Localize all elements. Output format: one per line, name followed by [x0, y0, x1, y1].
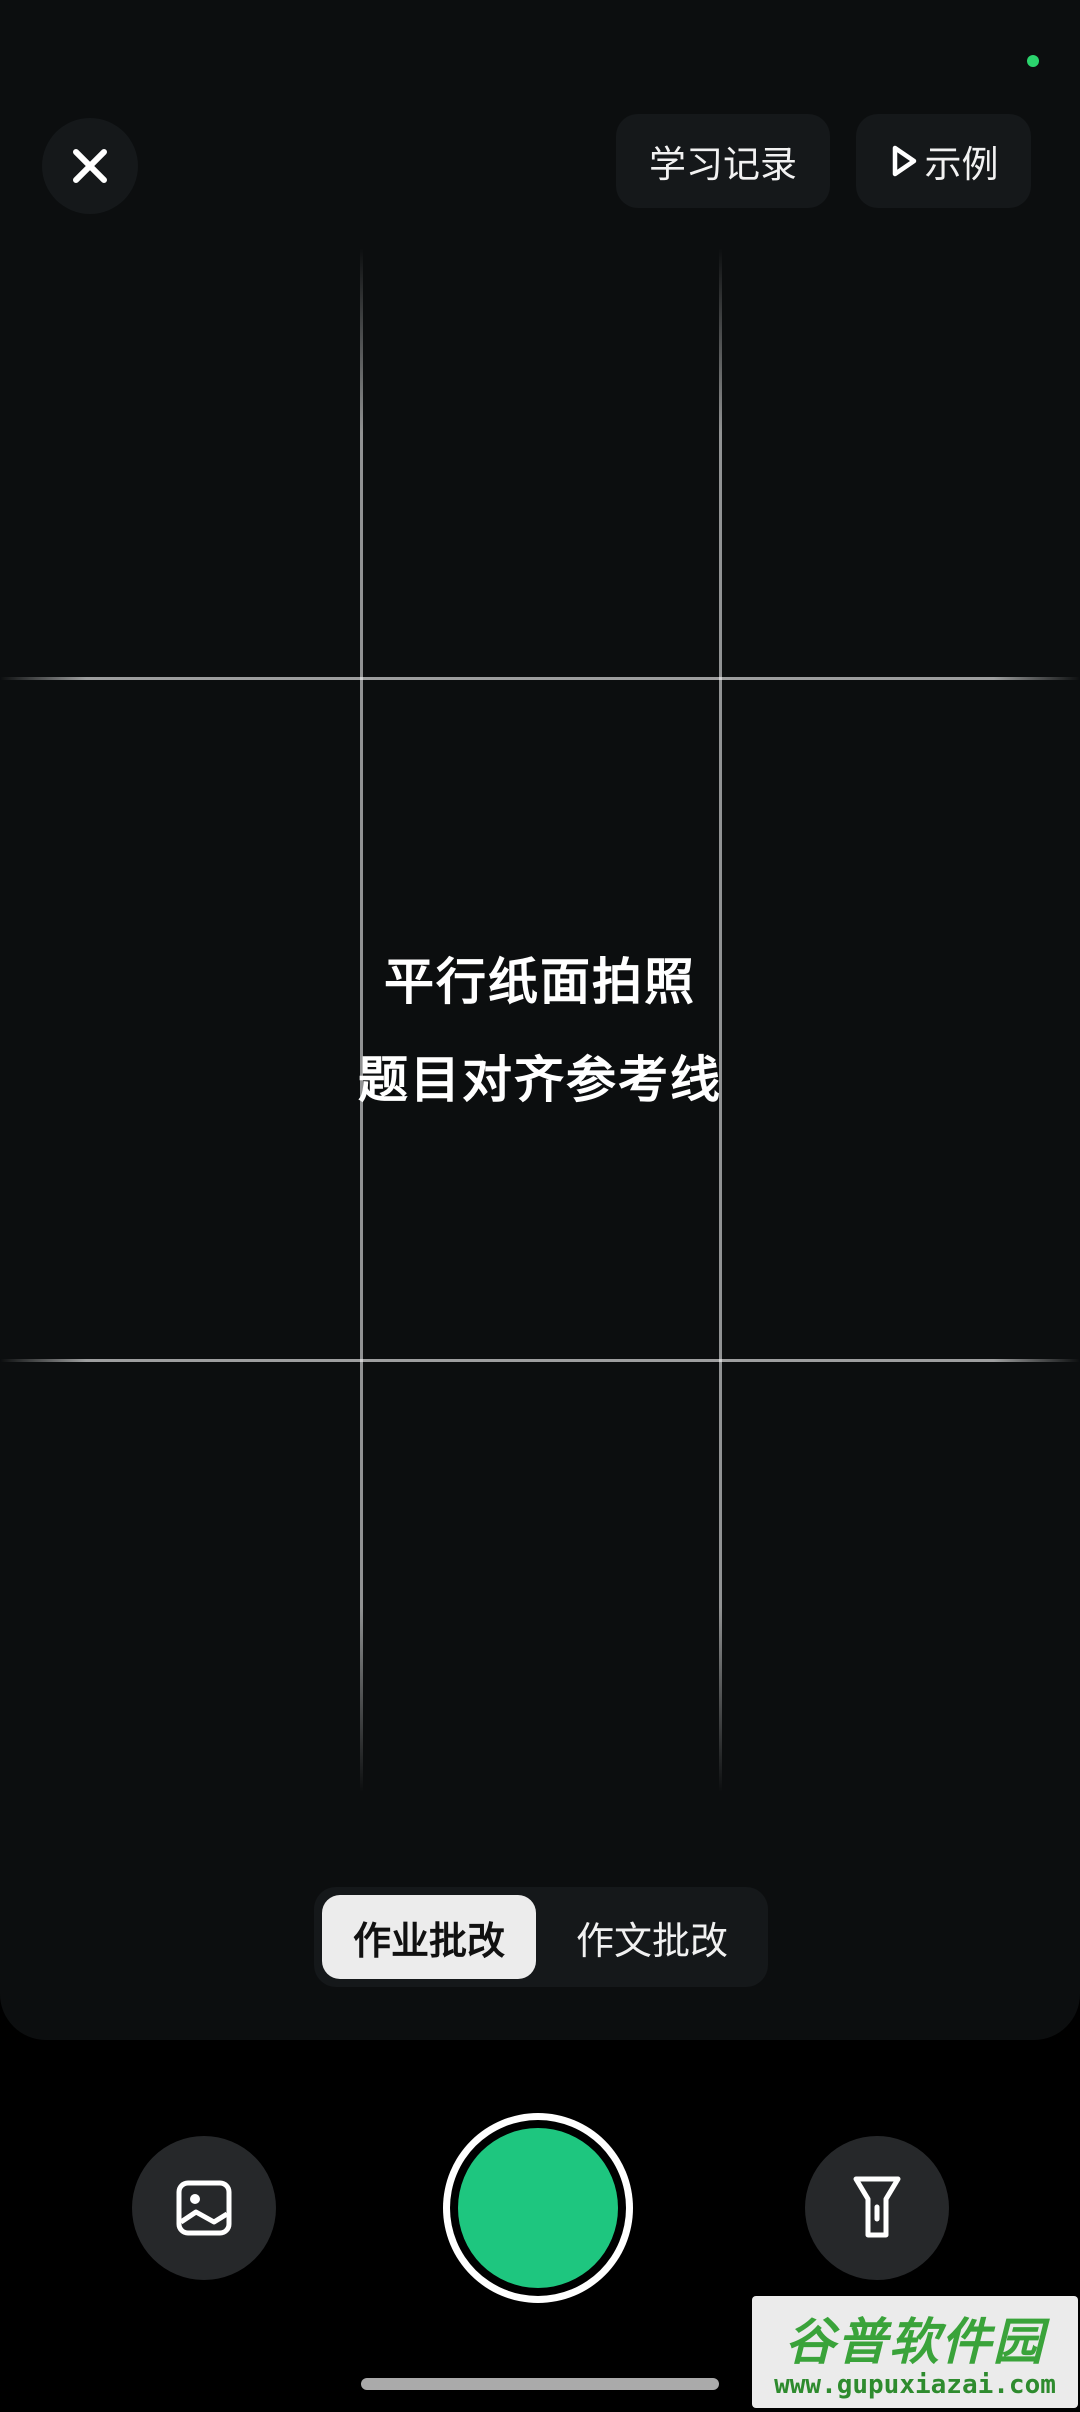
example-button[interactable]: 示例 — [856, 114, 1031, 208]
status-indicator-dot — [1027, 55, 1039, 67]
example-label: 示例 — [924, 143, 999, 186]
tab-essay-correction[interactable]: 作文批改 — [544, 1895, 760, 1979]
flashlight-icon — [853, 2176, 901, 2238]
flashlight-button[interactable] — [805, 2136, 949, 2280]
grid-line-horizontal-bottom — [0, 1359, 1080, 1362]
watermark-title: 谷普软件园 — [785, 2313, 1045, 2371]
watermark: 谷普软件园 www.gupuxiazai.com — [752, 2296, 1078, 2408]
home-indicator[interactable] — [361, 2378, 719, 2390]
grid-line-vertical-right — [719, 248, 722, 1792]
shooting-hint-line-2: 题目对齐参考线 — [358, 1051, 722, 1109]
image-icon — [176, 2180, 232, 2236]
close-icon — [73, 149, 107, 183]
close-button[interactable] — [42, 118, 138, 214]
study-history-button[interactable]: 学习记录 — [616, 114, 830, 208]
watermark-url: www.gupuxiazai.com — [774, 2370, 1056, 2400]
camera-viewfinder[interactable]: 学习记录 示例 平行纸面拍照 题目对齐参考线 作业批改 作文批改 — [0, 0, 1080, 2040]
grid-line-horizontal-top — [0, 677, 1080, 680]
tab-homework-correction[interactable]: 作业批改 — [322, 1895, 536, 1979]
shutter-button[interactable] — [443, 2113, 633, 2303]
grid-line-vertical-left — [360, 248, 363, 1792]
shutter-core — [458, 2128, 618, 2288]
play-icon — [892, 145, 916, 177]
study-history-label: 学习记录 — [649, 143, 797, 186]
mode-switch: 作业批改 作文批改 — [314, 1887, 768, 1987]
gallery-button[interactable] — [132, 2136, 276, 2280]
shooting-hint-line-1: 平行纸面拍照 — [384, 953, 696, 1011]
